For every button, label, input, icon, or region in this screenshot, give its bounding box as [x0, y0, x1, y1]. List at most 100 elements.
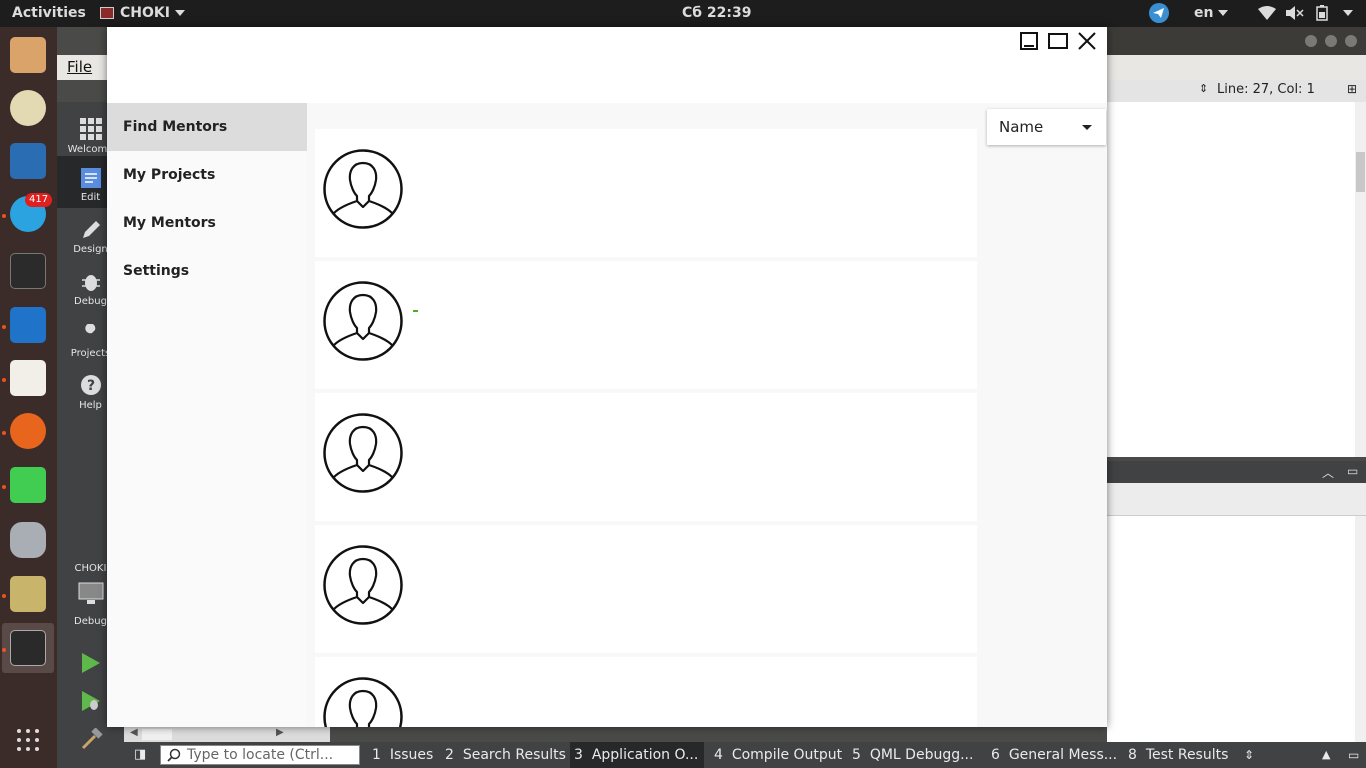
- scroll-right-icon[interactable]: ▶: [276, 727, 284, 738]
- monitor-icon[interactable]: [78, 582, 104, 606]
- locator-input[interactable]: Type to locate (Ctrl...: [160, 745, 360, 765]
- tab-label: Test Results: [1145, 747, 1229, 763]
- tab-number: 6: [991, 747, 1000, 763]
- choki-window: Find Mentors My Projects My Mentors Sett…: [107, 27, 1107, 727]
- minimize-icon[interactable]: [1305, 35, 1317, 47]
- split-icon[interactable]: ⊞: [1347, 82, 1357, 96]
- chevron-up-icon[interactable]: ︿: [1322, 464, 1334, 481]
- maximize-icon[interactable]: [1325, 35, 1337, 47]
- telegram-tray-icon[interactable]: [1148, 0, 1170, 27]
- status-indicator: [413, 310, 418, 312]
- maximize-icon[interactable]: [1046, 29, 1070, 53]
- nav-settings[interactable]: Settings: [107, 247, 307, 295]
- files-icon[interactable]: [10, 37, 46, 73]
- user-avatar-icon: [323, 413, 403, 493]
- editor-status-bar: ⇕ Line: 27, Col: 1 ⊞: [1107, 80, 1366, 102]
- tab-number: 3: [574, 747, 583, 763]
- app-menu-label: CHOKI: [120, 5, 170, 21]
- tab-number: 5: [852, 747, 861, 763]
- output-scrollbar[interactable]: [1355, 516, 1366, 742]
- dropdown-arrow-icon: [1082, 125, 1092, 130]
- wifi-icon[interactable]: [1258, 0, 1276, 27]
- mentor-card[interactable]: [315, 393, 977, 521]
- terminal-icon[interactable]: [10, 253, 46, 289]
- nav-my-projects[interactable]: My Projects: [107, 151, 307, 199]
- running-indicator: [2, 594, 6, 598]
- panel-toggle-icon[interactable]: ▭: [1347, 464, 1358, 478]
- mentor-card[interactable]: [315, 261, 977, 389]
- sort-selected-value: Name: [999, 118, 1044, 136]
- run-icon[interactable]: [81, 652, 101, 678]
- tab-label: Application O...: [591, 747, 699, 763]
- text-editor-icon[interactable]: [10, 360, 46, 396]
- sidebar-toggle-icon[interactable]: ◨: [134, 742, 146, 768]
- find-mentors-page: Name: [307, 103, 1107, 727]
- ubuntu-dock: 417: [0, 27, 57, 768]
- tab-issues[interactable]: 1 Issues: [372, 742, 433, 768]
- choki-app-icon[interactable]: [10, 630, 46, 666]
- navigation-sidebar: Find Mentors My Projects My Mentors Sett…: [107, 103, 307, 727]
- menu-file[interactable]: File: [67, 58, 92, 76]
- language-indicator[interactable]: en: [1194, 0, 1229, 27]
- tab-compile-output[interactable]: 4 Compile Output: [714, 742, 842, 768]
- telegram-badge: 417: [25, 193, 53, 207]
- locator-placeholder: Type to locate (Ctrl...: [187, 747, 334, 763]
- image-search-icon[interactable]: [10, 576, 46, 612]
- show-applications-icon[interactable]: [16, 728, 40, 752]
- image-viewer-icon[interactable]: [10, 143, 46, 179]
- horizontal-scrollbar[interactable]: ◀ ▶: [124, 727, 330, 742]
- document-icon: [81, 168, 101, 188]
- code-editor[interactable]: [1107, 102, 1355, 457]
- battery-icon[interactable]: [1316, 0, 1328, 27]
- running-indicator: [2, 378, 6, 382]
- tab-application-output[interactable]: 3 Application O...: [570, 742, 705, 768]
- user-avatar-icon: [323, 677, 403, 727]
- minimize-icon[interactable]: [1017, 29, 1041, 53]
- tab-label: Search Results: [462, 747, 566, 763]
- qt-creator-icon[interactable]: [10, 467, 46, 503]
- sort-select[interactable]: Name: [987, 109, 1106, 145]
- app-menu[interactable]: CHOKI: [100, 0, 185, 27]
- firefox-icon[interactable]: [10, 413, 46, 449]
- tab-label: General Mess...: [1008, 747, 1118, 763]
- speaker-app-icon[interactable]: [10, 90, 46, 126]
- nav-my-mentors[interactable]: My Mentors: [107, 199, 307, 247]
- mentor-list[interactable]: [315, 129, 977, 727]
- volume-muted-icon[interactable]: [1286, 0, 1304, 27]
- svg-text:?: ?: [87, 378, 95, 394]
- vscode-icon[interactable]: [10, 307, 46, 343]
- maximize-panel-icon[interactable]: ▲: [1322, 742, 1330, 768]
- application-output[interactable]: [1107, 516, 1355, 742]
- updown-arrows-icon[interactable]: ⇕: [1199, 82, 1208, 95]
- line-col-indicator[interactable]: Line: 27, Col: 1: [1217, 82, 1315, 97]
- tab-general-messages[interactable]: 6 General Mess...: [991, 742, 1117, 768]
- editor-scrollbar[interactable]: [1355, 102, 1366, 457]
- user-avatar-icon: [323, 149, 403, 229]
- tab-qml-debugger[interactable]: 5 QML Debugg...: [852, 742, 973, 768]
- close-icon[interactable]: [1075, 29, 1099, 53]
- close-icon[interactable]: [1345, 35, 1357, 47]
- window-title-bar: [107, 27, 1107, 103]
- tab-number: 4: [714, 747, 723, 763]
- clock[interactable]: Сб 22:39: [682, 0, 752, 27]
- tab-test-results[interactable]: 8 Test Results: [1128, 742, 1228, 768]
- close-panel-icon[interactable]: ▭: [1348, 742, 1359, 768]
- output-panel-header: ︿ ▭: [1107, 461, 1366, 483]
- build-hammer-icon[interactable]: [81, 727, 103, 754]
- scroll-left-icon[interactable]: ◀: [130, 727, 138, 738]
- debug-run-icon[interactable]: [81, 690, 101, 716]
- qt-title-bar: [1107, 27, 1366, 55]
- nav-find-mentors[interactable]: Find Mentors: [107, 103, 307, 151]
- more-tabs-icon[interactable]: ⇕: [1244, 742, 1254, 768]
- tab-search-results[interactable]: 2 Search Results: [445, 742, 566, 768]
- scroll-thumb[interactable]: [142, 729, 172, 740]
- tab-label: QML Debugg...: [869, 747, 974, 763]
- system-menu-chevron-icon[interactable]: [1338, 0, 1353, 27]
- database-icon[interactable]: [10, 522, 46, 558]
- bug-icon: [82, 275, 100, 291]
- activities-button[interactable]: Activities: [12, 0, 86, 27]
- mentor-card[interactable]: [315, 657, 977, 727]
- help-icon: ?: [81, 375, 101, 395]
- mentor-card[interactable]: [315, 525, 977, 653]
- mentor-card[interactable]: [315, 129, 977, 257]
